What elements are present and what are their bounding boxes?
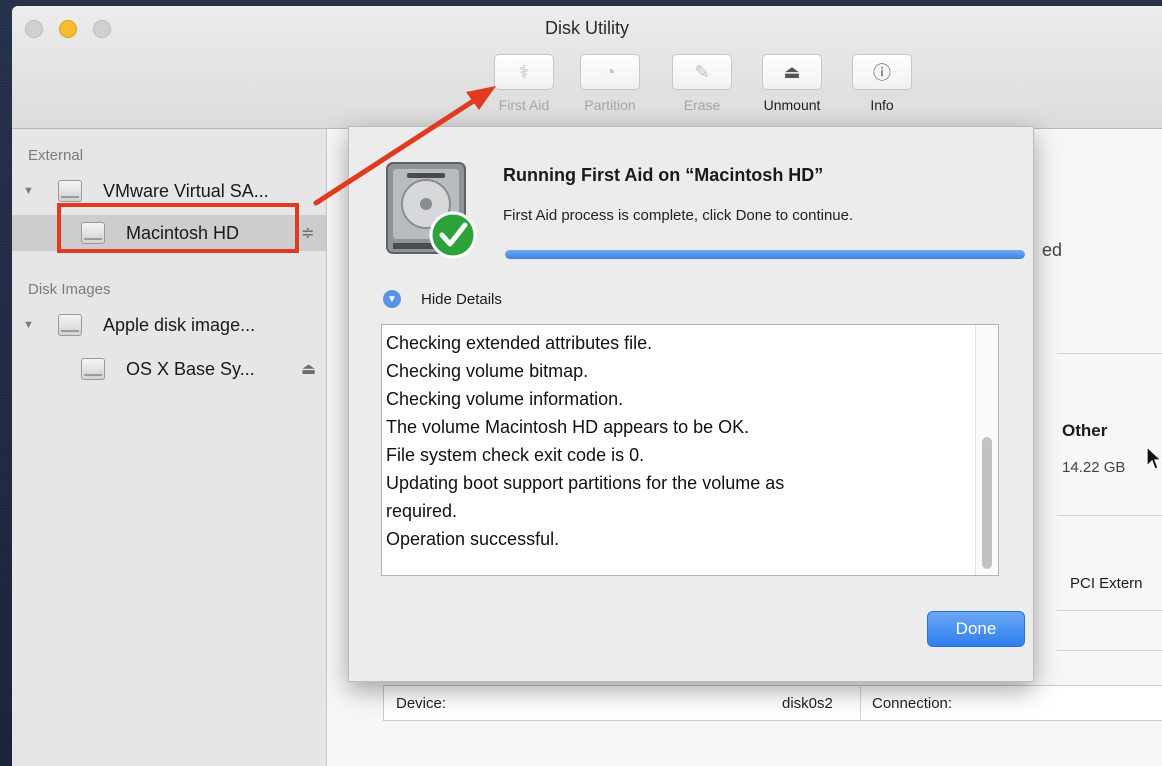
disk-icon [81, 222, 105, 244]
device-value: disk0s2 [782, 695, 833, 712]
window-title: Disk Utility [545, 18, 629, 38]
section-external: External [28, 147, 84, 164]
divider [1057, 515, 1162, 516]
sidebar-item-macintosh-hd[interactable]: Macintosh HD ≑ [12, 215, 326, 251]
divider [1057, 650, 1162, 651]
log-line: Checking extended attributes file. [386, 333, 653, 353]
sidebar-item-os-x-base[interactable]: OS X Base Sy... ⏏ [12, 351, 326, 387]
info-icon: ⓘ [852, 54, 912, 90]
first-aid-sheet: Running First Aid on “Macintosh HD” Firs… [348, 126, 1034, 682]
section-disk-images: Disk Images [28, 281, 111, 298]
disk-icon [81, 358, 105, 380]
other-category-size: 14.22 GB [1062, 459, 1126, 476]
other-category-label: Other [1062, 421, 1108, 440]
sidebar-item-label: VMware Virtual SA... [103, 180, 269, 201]
sidebar-item-apple-disk-image[interactable]: ▼ Apple disk image... [12, 307, 326, 343]
divider [1057, 610, 1162, 611]
log-line: required. [386, 501, 458, 521]
hide-details-toggle[interactable]: ▼ Hide Details [383, 290, 502, 308]
log-line: Updating boot support partitions for the… [386, 473, 785, 493]
log-line: Checking volume information. [386, 389, 624, 409]
log-line: The volume Macintosh HD appears to be OK… [386, 417, 750, 437]
log-line: File system check exit code is 0. [386, 445, 645, 465]
sidebar-item-vmware-disk[interactable]: ▼ VMware Virtual SA... [12, 173, 326, 209]
divider [1057, 353, 1162, 354]
first-aid-button[interactable]: ⚕ First Aid [488, 54, 560, 113]
unmount-icon: ⏏ [762, 54, 822, 90]
first-aid-label: First Aid [498, 97, 550, 113]
partition-icon: ◔ [580, 54, 640, 90]
stethoscope-icon: ⚕ [494, 54, 554, 90]
log-lines: Checking extended attributes file. Check… [386, 329, 972, 553]
details-log[interactable]: Checking extended attributes file. Check… [381, 324, 999, 576]
eject-icon[interactable]: ≑ [301, 223, 314, 243]
hard-drive-icon [386, 162, 477, 259]
sidebar-item-label: Macintosh HD [126, 222, 240, 243]
log-line: Operation successful. [386, 529, 560, 549]
disk-icon [58, 314, 82, 336]
log-line: Checking volume bitmap. [386, 361, 589, 381]
sheet-title: Running First Aid on “Macintosh HD” [503, 165, 824, 185]
sidebar-item-label: Apple disk image... [103, 314, 256, 335]
device-info-row: Device: disk0s2 Connection: [383, 685, 1162, 721]
info-label: Info [870, 97, 894, 113]
divider [860, 686, 861, 720]
disclosure-triangle-icon: ▼ [383, 290, 401, 308]
sidebar: External ▼ VMware Virtual SA... Macintos… [12, 129, 327, 766]
info-button[interactable]: ⓘ Info [846, 54, 918, 113]
log-scrollbar[interactable] [975, 325, 998, 575]
erase-icon: ✎ [672, 54, 732, 90]
progress-fill [505, 250, 1025, 259]
disclosure-triangle-icon[interactable]: ▼ [23, 319, 34, 331]
erase-button[interactable]: ✎ Erase [666, 54, 738, 113]
unmount-label: Unmount [763, 97, 821, 113]
mouse-cursor-icon [1146, 446, 1162, 470]
partition-label: Partition [584, 97, 636, 113]
disk-icon [58, 180, 82, 202]
unmount-button[interactable]: ⏏ Unmount [756, 54, 828, 113]
sidebar-item-label: OS X Base Sy... [126, 358, 255, 379]
eject-icon[interactable]: ⏏ [301, 359, 316, 379]
disclosure-triangle-icon[interactable]: ▼ [23, 185, 34, 197]
titlebar: Disk Utility ⚕ First Aid ◔ Partition ✎ E… [12, 6, 1162, 129]
connection-label: Connection: [872, 695, 953, 712]
sheet-message: First Aid process is complete, click Don… [503, 207, 854, 224]
partition-button[interactable]: ◔ Partition [574, 54, 646, 113]
connection-value-partial: PCI Extern [1070, 575, 1143, 592]
scrollbar-thumb[interactable] [982, 437, 992, 569]
progress-bar [505, 250, 1025, 259]
erase-label: Erase [683, 97, 721, 113]
device-label: Device: [396, 695, 447, 712]
background-partial-text: ed [1042, 240, 1063, 260]
hide-details-label: Hide Details [421, 290, 502, 308]
done-button[interactable]: Done [927, 611, 1025, 647]
